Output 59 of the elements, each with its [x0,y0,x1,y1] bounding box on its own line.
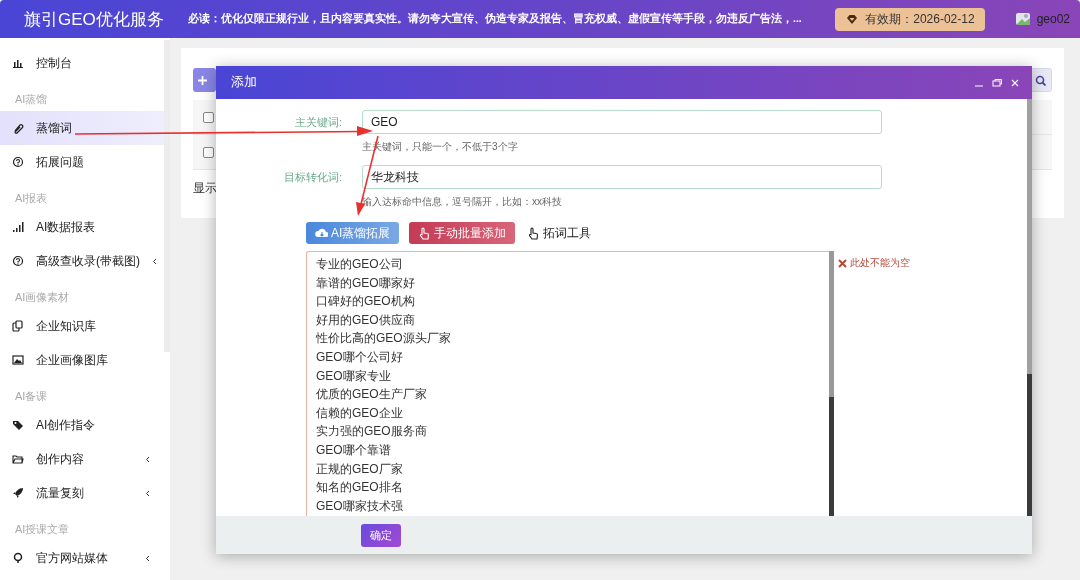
text-field[interactable]: 华龙科技 [362,165,882,189]
tag-icon [12,419,24,431]
section-heading: AI蒸馏 [14,92,49,107]
question-icon [12,156,24,168]
sidebar-item[interactable]: 官方网站媒体 [0,541,164,575]
error-icon [838,258,847,268]
dialog-title: 添加 [231,74,258,91]
field-hint: 输入达标命中信息，逗号隔开，比如：xx科技 [362,195,563,209]
paperclip-icon [12,122,24,134]
sidebar-item[interactable]: 企业知识库 [0,309,164,343]
keywords-textarea[interactable]: 专业的GEO公司 靠谱的GEO哪家好 口碑好的GEO机构 好用的GEO供应商 性价比高的GEO源头厂家 GEO哪个公司好 GEO哪家专业 优质的GEO生产厂家 信赖的GEO企业 实力强的GEO服务商 GEO哪个靠谱 正规的GEO厂家 知名的GEO排名 GEO哪家技术强 [306,251,829,516]
question-icon [12,255,24,267]
section-heading: AI画像素材 [14,290,71,305]
error-message: 此处不能为空 [850,256,910,270]
section-heading: AI授课文章 [14,522,71,537]
avatar-icon [1014,11,1031,27]
maximize-icon[interactable] [992,77,1002,88]
field-label: 主关键词: [293,115,342,130]
diamond-icon [845,13,860,25]
hand-pointer-icon [527,226,541,240]
rocket-icon [12,487,24,499]
chart-icon [12,57,24,69]
folder-icon [12,453,24,465]
row-checkbox[interactable] [203,146,214,158]
sidebar-item[interactable]: AI数据报表 [0,210,164,244]
notice-text: 必读：优化仅限正规行业，且内容要真实性。请勿夸大宣传、伪造专家及报告、冒充权威、虚假宣传等手段，勿违反广告法，... [188,12,803,26]
sidebar-item[interactable]: 创作内容 [0,442,164,476]
section-heading: AI备课 [14,389,49,404]
sidebar-item[interactable]: 控制台 [0,46,164,80]
sidebar-item[interactable]: 高级查收录(带截图) [0,244,164,278]
sidebar-item[interactable]: 企业画像图库 [0,343,164,377]
copy-icon [12,320,24,332]
plus-icon [198,75,207,85]
chevron-icon [145,455,150,463]
app-logo[interactable]: 旗引GEO优化服务 [0,7,170,31]
summary-text: 显示 [193,180,218,197]
pin-icon [12,552,24,564]
close-icon[interactable] [1010,77,1020,88]
sidebar-item[interactable]: AI创作指令 [0,408,164,442]
expiry-badge: 有效期：2026-02-12 [835,7,985,31]
section-heading: AI报表 [14,191,49,206]
sidebar-item[interactable]: 流量复刻 [0,476,164,510]
signal-bars-icon [12,221,24,233]
add-button[interactable] [193,68,216,92]
sidebar-item[interactable]: 蒸馏词 [0,111,164,145]
tool-link[interactable]: 拓词工具 [525,222,594,244]
image-icon [12,354,24,366]
confirm-button[interactable]: 确定 [361,523,401,547]
hand-pointer-icon [418,226,432,240]
cloud-download-icon [315,226,328,240]
text-field[interactable]: GEO [362,110,882,134]
chevron-icon [145,554,150,562]
sidebar-item[interactable]: 拓展问题 [0,145,164,179]
chevron-icon [145,489,150,497]
search-icon [1034,74,1046,86]
chevron-icon [152,257,157,265]
action-button[interactable]: 手动批量添加 [409,222,516,244]
row-checkbox[interactable] [203,111,214,123]
field-label: 目标转化词: [282,170,342,185]
